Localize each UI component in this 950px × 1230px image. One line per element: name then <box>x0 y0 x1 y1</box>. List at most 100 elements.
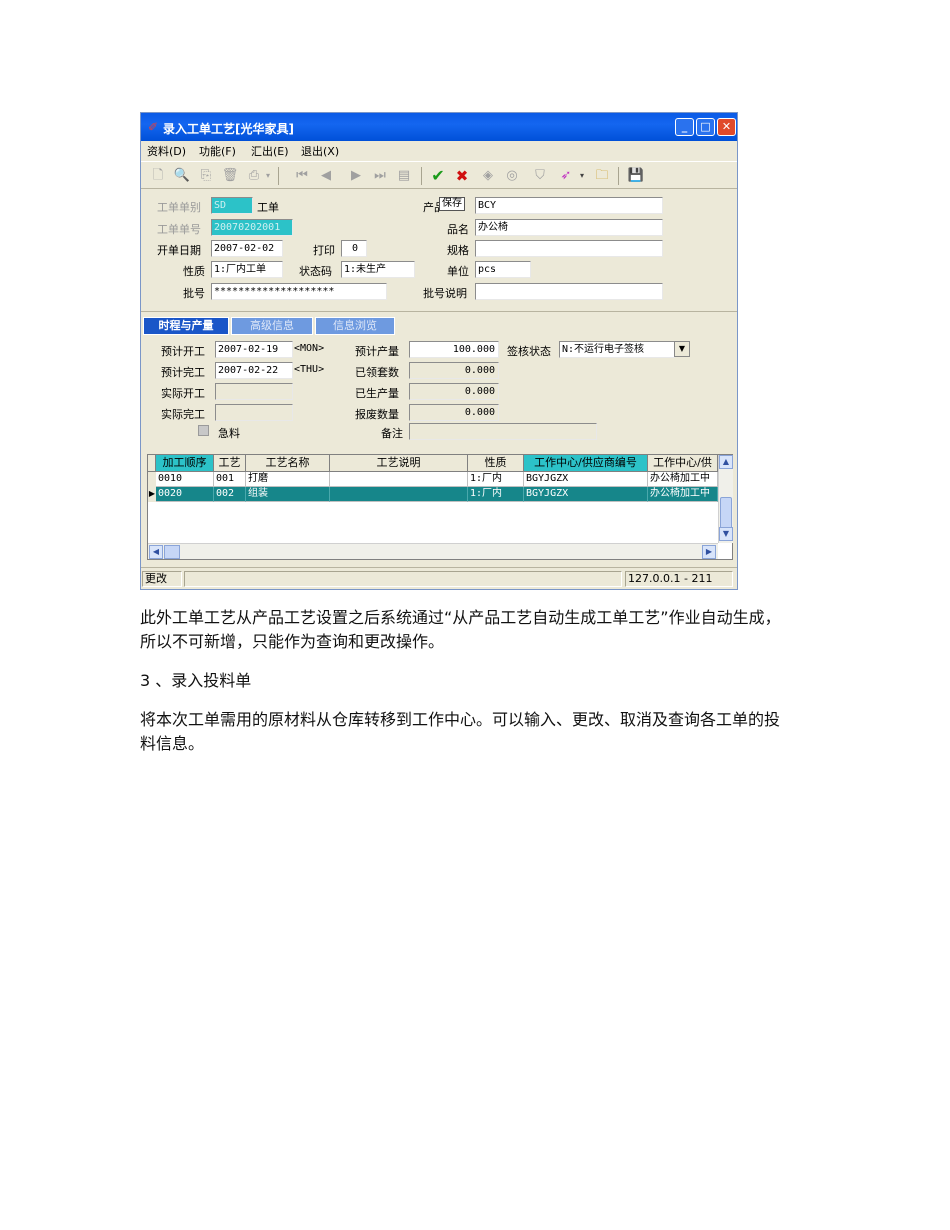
product-name-field[interactable]: 办公椅 <box>475 219 663 236</box>
batch-field[interactable]: ******************** <box>211 283 387 300</box>
confirm-check-icon[interactable]: ✔ <box>429 167 447 185</box>
produced-field[interactable]: 0.000 <box>409 383 499 400</box>
process-grid: 加工顺序 工艺 工艺名称 工艺说明 性质 工作中心/供应商编号 工作中心/供 0… <box>147 454 733 560</box>
unit-field[interactable]: pcs <box>475 261 531 278</box>
next-record-icon[interactable]: ▶ <box>347 167 365 185</box>
grid-header[interactable]: 工艺 <box>214 455 246 472</box>
grid-cell[interactable]: 办公椅加工中 <box>648 487 718 502</box>
first-record-icon[interactable]: ⏮ <box>293 167 311 185</box>
scroll-up-icon[interactable]: ▲ <box>719 455 733 469</box>
product-field[interactable]: BCY <box>475 197 663 214</box>
order-no-field[interactable]: 20070202001 <box>211 219 293 236</box>
scrap-label: 报废数量 <box>355 408 399 421</box>
remark-field[interactable] <box>409 423 597 440</box>
approve-icon[interactable]: ◈ <box>479 167 497 185</box>
spec-field[interactable] <box>475 240 663 257</box>
open-date-field[interactable]: 2007-02-02 <box>211 240 283 257</box>
status-server: 127.0.0.1 - 211 <box>625 571 733 587</box>
horizontal-scrollbar[interactable]: ◀ ▶ <box>148 543 718 559</box>
plan-end-field[interactable]: 2007-02-22 <box>215 362 293 379</box>
plan-start-label: 预计开工 <box>161 345 205 358</box>
grid-header[interactable]: 工艺名称 <box>246 455 330 472</box>
section-heading-material-issue: 3 、录入投料单 <box>140 671 252 690</box>
scroll-thumb[interactable] <box>720 497 732 531</box>
menu-exit[interactable]: 退出(X) <box>301 143 339 159</box>
menu-function[interactable]: 功能(F) <box>199 143 236 159</box>
batch-note-field[interactable] <box>475 283 663 300</box>
grid-cell[interactable]: 打磨 <box>246 472 330 487</box>
menu-export[interactable]: 汇出(E) <box>251 143 289 159</box>
paragraph-process-note: 此外工单工艺从产品工艺设置之后系统通过“从产品工艺自动生成工单工艺”作业自动生成… <box>140 608 781 651</box>
status-label: 状态码 <box>299 265 332 278</box>
grid-header[interactable]: 工作中心/供 <box>648 455 718 472</box>
grid-header[interactable]: 工艺说明 <box>330 455 468 472</box>
print-icon[interactable]: ⎙ <box>245 167 263 185</box>
save-tooltip: 保存 <box>439 197 465 211</box>
grid-cell[interactable]: BGYJGZX <box>524 472 648 487</box>
save-disk-icon[interactable]: 💾 <box>627 167 645 185</box>
app-icon: ✐ <box>148 120 159 134</box>
tab-browse[interactable]: 信息浏览 <box>315 317 395 335</box>
sign-status-select[interactable]: N:不运行电子签核 <box>559 341 675 358</box>
wand-dropdown-icon[interactable]: ▾ <box>577 167 587 185</box>
grid-cell[interactable] <box>330 472 468 487</box>
grid-cell[interactable] <box>330 487 468 502</box>
filter-icon[interactable]: ⛉ <box>531 167 549 185</box>
minimize-button[interactable]: _ <box>675 118 694 136</box>
spec-label: 规格 <box>447 244 469 257</box>
grid-corner <box>148 455 156 472</box>
plan-start-field[interactable]: 2007-02-19 <box>215 341 293 358</box>
chevron-down-icon[interactable]: ▼ <box>674 341 690 357</box>
grid-header[interactable]: 性质 <box>468 455 524 472</box>
tab-advanced[interactable]: 高级信息 <box>231 317 313 335</box>
received-sets-label: 已领套数 <box>355 366 399 379</box>
nature-field[interactable]: 1:厂内工单 <box>211 261 283 278</box>
new-icon[interactable]: 🗋 <box>149 167 167 185</box>
scroll-down-icon[interactable]: ▼ <box>719 527 733 541</box>
print-count-field[interactable]: 0 <box>341 240 367 257</box>
folder-icon[interactable]: 🗀 <box>593 167 611 185</box>
scroll-left-icon[interactable]: ◀ <box>149 545 163 559</box>
grid-cell[interactable]: BGYJGZX <box>524 487 648 502</box>
toolbar-separator <box>278 167 279 185</box>
grid-cell[interactable]: 办公椅加工中 <box>648 472 718 487</box>
grid-cell[interactable]: 0020 <box>156 487 214 502</box>
delete-icon[interactable]: 🗑 <box>221 167 239 185</box>
maximize-button[interactable]: □ <box>696 118 715 136</box>
cancel-cross-icon[interactable]: ✖ <box>453 167 471 185</box>
print-dropdown-icon[interactable]: ▾ <box>263 167 273 185</box>
current-row-arrow-icon[interactable]: ▶ <box>148 487 156 502</box>
grid-cell[interactable]: 1:厂内 <box>468 472 524 487</box>
scrap-field[interactable]: 0.000 <box>409 404 499 421</box>
actual-start-field[interactable] <box>215 383 293 400</box>
actual-end-field[interactable] <box>215 404 293 421</box>
close-button[interactable]: ✕ <box>717 118 736 136</box>
grid-cell[interactable]: 002 <box>214 487 246 502</box>
open-date-label: 开单日期 <box>157 244 201 257</box>
menu-data[interactable]: 资料(D) <box>147 143 186 159</box>
scroll-right-icon[interactable]: ▶ <box>702 545 716 559</box>
copy-icon[interactable]: ⎘ <box>197 167 215 185</box>
order-type-field[interactable]: SD <box>211 197 253 214</box>
row-indicator[interactable] <box>148 472 156 487</box>
hscroll-thumb[interactable] <box>164 545 180 559</box>
grid-header[interactable]: 加工顺序 <box>156 455 214 472</box>
grid-cell[interactable]: 组装 <box>246 487 330 502</box>
query-icon[interactable]: 🔍 <box>173 167 191 185</box>
plan-qty-field[interactable]: 100.000 <box>409 341 499 358</box>
grid-cell[interactable]: 0010 <box>156 472 214 487</box>
last-record-icon[interactable]: ⏭ <box>371 167 389 185</box>
urgent-checkbox[interactable] <box>198 425 209 436</box>
vertical-scrollbar[interactable]: ▲ ▼ <box>718 455 733 543</box>
browse-icon[interactable]: ▤ <box>395 167 413 185</box>
grid-cell[interactable]: 1:厂内 <box>468 487 524 502</box>
received-sets-field[interactable]: 0.000 <box>409 362 499 379</box>
grid-header[interactable]: 工作中心/供应商编号 <box>524 455 648 472</box>
unapprove-icon[interactable]: ◎ <box>503 167 521 185</box>
status-field[interactable]: 1:未生产 <box>341 261 415 278</box>
magic-wand-icon[interactable]: ➶ <box>557 167 575 185</box>
tab-schedule[interactable]: 时程与产量 <box>143 317 229 335</box>
plan-end-weekday: <THU> <box>294 364 325 375</box>
prev-record-icon[interactable]: ◀ <box>317 167 335 185</box>
grid-cell[interactable]: 001 <box>214 472 246 487</box>
